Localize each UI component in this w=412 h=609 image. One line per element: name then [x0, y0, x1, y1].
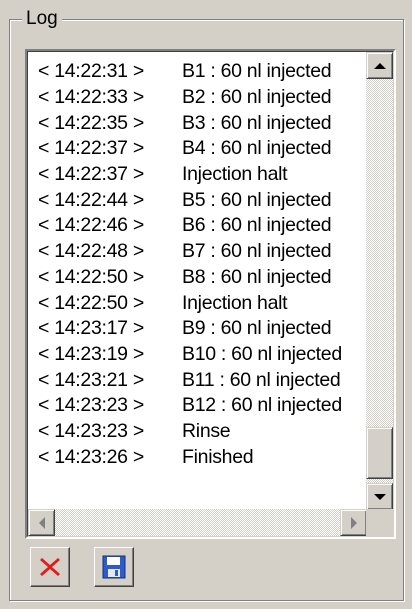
log-entry-time: < 14:23:19 >: [38, 342, 144, 365]
log-entry-time: < 14:22:35 >: [38, 111, 144, 134]
save-log-button[interactable]: [94, 547, 134, 587]
scrollbar-corner: [366, 509, 393, 536]
log-entry-time: < 14:22:50 >: [38, 265, 144, 288]
log-entry-message: Injection halt: [182, 163, 288, 186]
log-entry-time: < 14:22:46 >: [38, 214, 144, 237]
floppy-disk-icon: [102, 555, 126, 579]
arrow-down-icon: [373, 493, 386, 500]
log-entry-message: Rinse: [182, 419, 231, 442]
log-entry-time: < 14:22:44 >: [38, 188, 144, 211]
clear-log-button[interactable]: [30, 547, 70, 587]
log-entry: < 14:22:50 > Injection halt: [38, 290, 368, 316]
log-entry-message: B10 : 60 nl injected: [182, 342, 342, 365]
log-entry-time: < 14:22:48 >: [38, 240, 144, 263]
log-entry-time: < 14:22:33 >: [38, 86, 144, 109]
log-entry-message: B5 : 60 nl injected: [182, 188, 332, 211]
arrow-right-icon: [350, 516, 357, 529]
log-entry-message: B9 : 60 nl injected: [182, 317, 332, 340]
log-entry-message: B1 : 60 nl injected: [182, 60, 332, 83]
log-entry-message: B12 : 60 nl injected: [182, 394, 342, 417]
log-listbox[interactable]: < 14:22:31 > B1 : 60 nl injected < 14:22:3…: [25, 49, 396, 539]
log-entry-message: B4 : 60 nl injected: [182, 137, 332, 160]
log-entry: < 14:22:35 > B3 : 60 nl injected: [38, 110, 368, 136]
arrow-up-icon: [373, 62, 386, 69]
log-entry-message: B11 : 60 nl injected: [182, 368, 341, 391]
vertical-scrollbar[interactable]: [366, 52, 393, 510]
log-entry-message: B8 : 60 nl injected: [182, 265, 332, 288]
red-x-icon: [40, 558, 60, 576]
log-entry-message: B3 : 60 nl injected: [182, 111, 332, 134]
log-entry-message: Injection halt: [182, 291, 288, 314]
scroll-right-button[interactable]: [340, 509, 367, 536]
log-entry-time: < 14:23:23 >: [38, 394, 144, 417]
log-entry: < 14:23:21 > B11 : 60 nl injected: [38, 367, 368, 393]
log-entry-time: < 14:23:17 >: [38, 317, 144, 340]
log-entry-time: < 14:23:21 >: [38, 368, 144, 391]
log-entry: < 14:22:31 > B1 : 60 nl injected: [38, 59, 368, 85]
horizontal-scrollbar[interactable]: [28, 509, 367, 536]
vertical-scroll-thumb[interactable]: [366, 427, 393, 479]
log-entry-message: B6 : 60 nl injected: [182, 214, 332, 237]
scroll-down-button[interactable]: [366, 483, 393, 510]
log-entry: < 14:22:46 > B6 : 60 nl injected: [38, 213, 368, 239]
log-entry: < 14:23:23 > B12 : 60 nl injected: [38, 393, 368, 419]
log-entry: < 14:22:44 > B5 : 60 nl injected: [38, 187, 368, 213]
scroll-up-button[interactable]: [366, 52, 393, 79]
log-entry-time: < 14:22:50 >: [38, 291, 144, 314]
log-entry: < 14:22:37 > B4 : 60 nl injected: [38, 136, 368, 162]
log-entry: < 14:23:17 > B9 : 60 nl injected: [38, 316, 368, 342]
log-entry-message: B2 : 60 nl injected: [182, 86, 332, 109]
scroll-left-button[interactable]: [28, 509, 55, 536]
log-entry-time: < 14:23:26 >: [38, 445, 144, 468]
log-entries: < 14:22:31 > B1 : 60 nl injected < 14:22:3…: [38, 59, 368, 470]
arrow-left-icon: [38, 516, 45, 529]
log-title: Log: [22, 8, 62, 30]
log-entry: < 14:22:33 > B2 : 60 nl injected: [38, 85, 368, 111]
log-entry: < 14:22:48 > B7 : 60 nl injected: [38, 239, 368, 265]
log-entry-message: B7 : 60 nl injected: [182, 240, 332, 263]
log-entry: < 14:23:19 > B10 : 60 nl injected: [38, 342, 368, 368]
log-entry: < 14:23:23 > Rinse: [38, 419, 368, 445]
log-entry-time: < 14:22:37 >: [38, 163, 144, 186]
log-entry: < 14:22:37 > Injection halt: [38, 162, 368, 188]
log-entry-message: Finished: [182, 445, 254, 468]
log-entry: < 14:22:50 > B8 : 60 nl injected: [38, 265, 368, 291]
log-entry: < 14:23:26 > Finished: [38, 444, 368, 470]
log-entry-time: < 14:22:31 >: [38, 60, 144, 83]
log-entry-time: < 14:23:23 >: [38, 419, 144, 442]
log-entry-time: < 14:22:37 >: [38, 137, 144, 160]
